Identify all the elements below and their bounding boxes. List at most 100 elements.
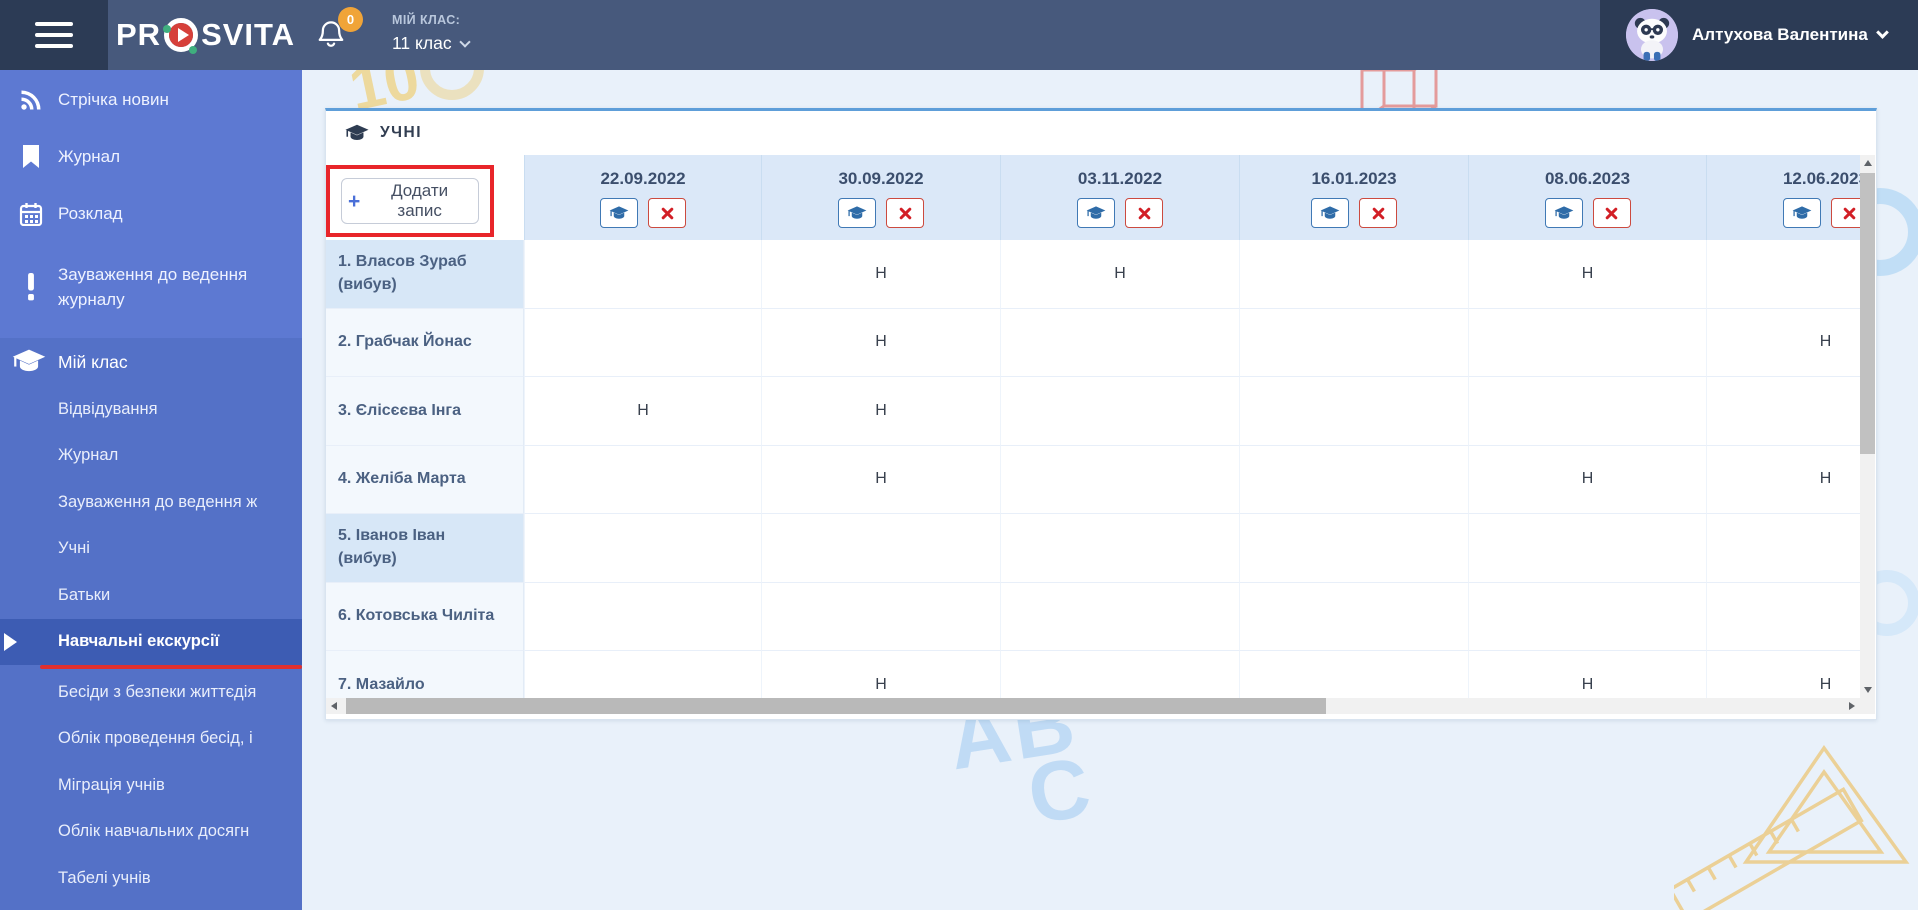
sidebar-section-my-class[interactable]: Мій клас <box>0 338 302 386</box>
logo-text-prefix: PR <box>116 17 162 52</box>
add-record-button[interactable]: + Додати запис <box>341 178 479 224</box>
sidebar-item-attendance[interactable]: Відвідування <box>0 386 302 433</box>
attendance-cell[interactable]: Н <box>761 308 1000 377</box>
column-lesson-button[interactable] <box>1311 198 1349 228</box>
column-delete-button[interactable] <box>886 198 924 228</box>
column-delete-button[interactable] <box>1359 198 1397 228</box>
graduation-cap-icon <box>1320 205 1340 219</box>
class-selector-label: МІЙ КЛАС: <box>392 13 461 27</box>
class-selector[interactable]: МІЙ КЛАС: 11 клас <box>392 13 471 54</box>
sidebar-item-safety-talks[interactable]: Бесіди з безпеки життєдія <box>0 669 302 716</box>
attendance-cell[interactable]: Н <box>1706 308 1860 377</box>
attendance-cell[interactable]: Н <box>761 651 1000 698</box>
date-column-header: 12.06.2023 <box>1706 155 1860 240</box>
column-date: 12.06.2023 <box>1782 169 1860 188</box>
sidebar-item-achievements[interactable]: Облік навчальних досягн <box>0 809 302 856</box>
sidebar-item-student-migration[interactable]: Міграція учнів <box>0 762 302 809</box>
attendance-cell[interactable] <box>524 514 761 583</box>
column-date: 22.09.2022 <box>600 169 686 188</box>
attendance-cell[interactable] <box>524 651 761 698</box>
attendance-cell[interactable]: Н <box>761 445 1000 514</box>
attendance-cell[interactable] <box>1706 377 1860 446</box>
attendance-cell[interactable] <box>524 445 761 514</box>
notifications-button[interactable]: 0 <box>316 7 376 60</box>
table-row: 6. Котовська Чиліта <box>326 582 1860 651</box>
attendance-cell[interactable] <box>1239 445 1468 514</box>
attendance-cell[interactable] <box>1239 377 1468 446</box>
attendance-cell[interactable] <box>1706 240 1860 309</box>
prosvita-logo: PR SVITA <box>116 0 295 70</box>
attendance-cell[interactable] <box>1706 514 1860 583</box>
student-name-cell: 1. Власов Зураб (вибув) <box>326 240 524 309</box>
plus-icon: + <box>348 189 361 213</box>
column-delete-button[interactable] <box>1830 198 1860 228</box>
hamburger-menu-button[interactable] <box>0 0 108 70</box>
sidebar-item-journal-remarks[interactable]: Зауваження до ведення журналу <box>0 243 302 331</box>
sidebar-item-class-journal[interactable]: Журнал <box>0 433 302 480</box>
attendance-cell[interactable]: Н <box>761 377 1000 446</box>
attendance-cell[interactable] <box>1468 377 1706 446</box>
column-lesson-button[interactable] <box>1544 198 1583 228</box>
class-selector-value: 11 клас <box>392 33 452 53</box>
column-delete-button[interactable] <box>648 198 686 228</box>
attendance-cell[interactable] <box>1239 308 1468 377</box>
attendance-cell[interactable] <box>1239 240 1468 309</box>
attendance-cell[interactable] <box>1468 514 1706 583</box>
attendance-cell[interactable] <box>1468 308 1706 377</box>
top-bar: PR SVITA 0 МІЙ КЛАС: 11 клас Алтухова Ва… <box>0 0 1918 70</box>
attendance-cell[interactable] <box>1000 651 1239 698</box>
attendance-cell[interactable]: Н <box>1468 651 1706 698</box>
attendance-cell[interactable] <box>1000 308 1239 377</box>
sidebar-item-report-cards[interactable]: Табелі учнів <box>0 855 302 902</box>
attendance-cell[interactable]: Н <box>1468 445 1706 514</box>
column-delete-button[interactable] <box>1592 198 1631 228</box>
student-name-cell: 3. Єлісєєва Інга <box>326 377 524 446</box>
scroll-left-arrow-icon[interactable] <box>326 698 342 714</box>
scroll-up-arrow-icon[interactable] <box>1860 155 1875 171</box>
play-logo-icon <box>163 18 199 54</box>
vertical-scrollbar[interactable] <box>1860 155 1875 698</box>
attendance-cell[interactable]: Н <box>1706 651 1860 698</box>
attendance-cell[interactable]: Н <box>761 240 1000 309</box>
attendance-cell[interactable] <box>1000 514 1239 583</box>
vertical-scrollbar-thumb[interactable] <box>1860 173 1875 454</box>
attendance-cell[interactable] <box>1000 377 1239 446</box>
sidebar-item-parents[interactable]: Батьки <box>0 572 302 619</box>
scroll-down-arrow-icon[interactable] <box>1860 682 1875 698</box>
column-lesson-button[interactable] <box>600 198 638 228</box>
attendance-cell[interactable] <box>1468 582 1706 651</box>
horizontal-scrollbar[interactable] <box>326 698 1860 714</box>
sidebar: Стрічка новин Журнал Розклад Зауваження … <box>0 70 302 910</box>
sidebar-item-excursions[interactable]: Навчальні екскурсії <box>0 618 302 665</box>
sidebar-item-news-feed[interactable]: Стрічка новин <box>0 72 302 128</box>
attendance-cell[interactable] <box>1239 514 1468 583</box>
attendance-cell[interactable] <box>1239 582 1468 651</box>
column-lesson-button[interactable] <box>1077 198 1115 228</box>
attendance-cell[interactable] <box>761 582 1000 651</box>
sidebar-item-journal[interactable]: Журнал <box>0 128 302 185</box>
attendance-cell[interactable] <box>1000 445 1239 514</box>
sidebar-item-students[interactable]: Учні <box>0 526 302 573</box>
attendance-cell[interactable] <box>1706 582 1860 651</box>
attendance-cell[interactable]: Н <box>1468 240 1706 309</box>
scroll-right-arrow-icon[interactable] <box>1844 698 1860 714</box>
column-delete-button[interactable] <box>1125 198 1163 228</box>
column-lesson-button[interactable] <box>838 198 876 228</box>
attendance-cell[interactable]: Н <box>1706 445 1860 514</box>
attendance-cell[interactable] <box>1239 651 1468 698</box>
attendance-cell[interactable] <box>524 582 761 651</box>
table-row: 4. Желіба Марта Н Н Н <box>326 445 1860 514</box>
sidebar-item-talks-records[interactable]: Облік проведення бесід, і <box>0 716 302 763</box>
attendance-cell[interactable] <box>524 308 761 377</box>
horizontal-scrollbar-thumb[interactable] <box>346 698 1326 714</box>
column-lesson-button[interactable] <box>1782 198 1821 228</box>
attendance-cell[interactable] <box>1000 582 1239 651</box>
sidebar-item-class-remarks[interactable]: Зауваження до ведення ж <box>0 479 302 526</box>
attendance-cell[interactable]: Н <box>524 377 761 446</box>
sidebar-item-schedule[interactable]: Розклад <box>0 185 302 243</box>
column-date: 08.06.2023 <box>1544 169 1631 188</box>
attendance-cell[interactable]: Н <box>1000 240 1239 309</box>
attendance-cell[interactable] <box>524 240 761 309</box>
user-menu[interactable]: Алтухова Валентина <box>1600 0 1918 70</box>
attendance-cell[interactable] <box>761 514 1000 583</box>
